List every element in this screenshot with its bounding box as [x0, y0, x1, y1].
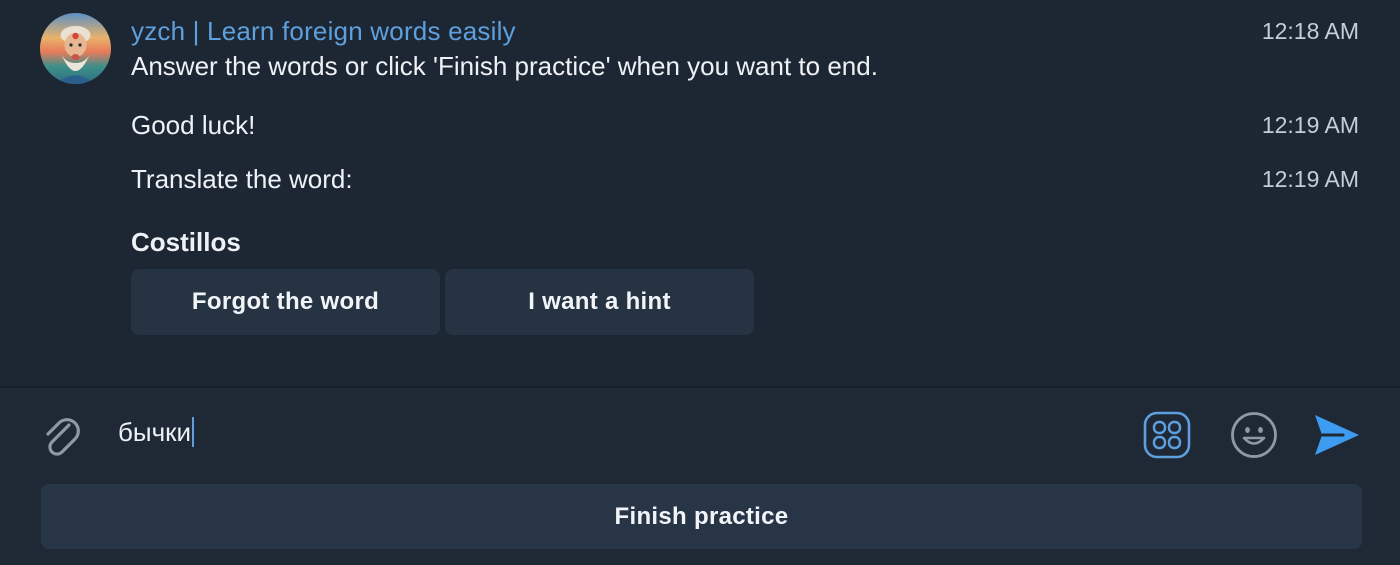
bot-avatar[interactable] [40, 13, 111, 84]
send-icon[interactable] [1313, 413, 1361, 457]
bearded-man-avatar-icon [40, 13, 111, 84]
hint-button[interactable]: I want a hint [445, 269, 754, 335]
finish-practice-button[interactable]: Finish practice [41, 484, 1362, 549]
message-time: 12:18 AM [1261, 18, 1359, 44]
sender-name[interactable]: yzch | Learn foreign words easily [131, 16, 516, 47]
bot-commands-icon[interactable] [1143, 411, 1191, 459]
practice-word: Costillos [131, 227, 241, 257]
message-text: Answer the words or click 'Finish practi… [131, 51, 878, 81]
message-input-value: бычки [118, 417, 192, 447]
text-caret [192, 417, 195, 447]
forgot-word-button[interactable]: Forgot the word [131, 269, 440, 335]
message-input[interactable]: бычки [118, 417, 195, 448]
message-text: Translate the word: [131, 164, 353, 194]
message-text: Good luck! [131, 110, 256, 140]
message-time: 12:19 AM [1261, 112, 1359, 138]
smiley-icon[interactable] [1230, 411, 1278, 459]
message-time: 12:19 AM [1261, 166, 1359, 192]
chat-history: yzch | Learn foreign words easily 12:18 … [0, 0, 1400, 386]
paperclip-icon[interactable] [36, 412, 86, 462]
